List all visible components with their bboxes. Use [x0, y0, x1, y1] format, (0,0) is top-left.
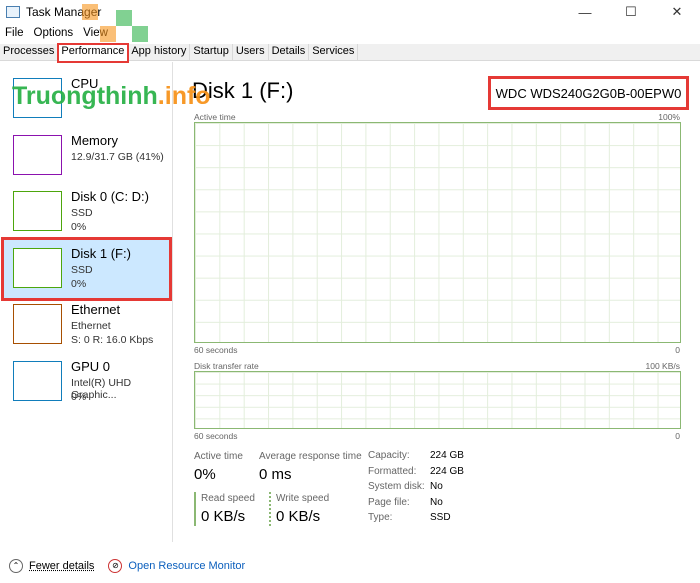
open-resource-monitor-link[interactable]: Open Resource Monitor [128, 560, 245, 572]
thumbnail-graph [13, 78, 62, 118]
footer: ⌃ Fewer details ⊘ Open Resource Monitor [0, 548, 700, 583]
info-label: Page file: [368, 496, 410, 508]
read-indicator [194, 492, 196, 526]
avg-response-value: 0 ms [259, 466, 292, 483]
active-time-graph [194, 122, 681, 343]
sidebar-item-sub1: Ethernet [71, 320, 111, 332]
graph2-label: Disk transfer rate [194, 361, 259, 371]
sidebar-item-sub1: 12.9/31.7 GB (41%) [71, 150, 164, 163]
info-value: 224 GB [430, 450, 464, 461]
info-label: Formatted: [368, 465, 417, 477]
active-time-value: 0% [194, 466, 216, 483]
active-time-label: Active time [194, 451, 243, 462]
graph2-max: 100 KB/s [645, 361, 681, 371]
tab-startup[interactable]: Startup [190, 44, 233, 61]
sidebar-item-sub1: SSD [71, 207, 93, 219]
page-title: Disk 1 (F:) [192, 78, 294, 103]
info-label: Type: [368, 512, 393, 523]
sidebar-item-label: Disk 1 (F:) [71, 245, 131, 261]
write-speed-label: Write speed [276, 493, 330, 504]
info-value: SSD [430, 512, 451, 523]
sidebar-item-label: Disk 0 (C: D:) [71, 189, 149, 204]
thumbnail-graph [13, 304, 62, 344]
thumbnail-graph [13, 134, 62, 175]
sidebar-item-sub2: S: 0 R: 16.0 Kbps [71, 334, 154, 346]
sidebar-item-memory[interactable]: Memory 12.9/31.7 GB (41%) [4, 127, 169, 185]
graph1-max: 100% [658, 112, 680, 122]
avg-response-label: Average response time [259, 451, 362, 462]
disk-model: WDC WDS240G2G0B-00EPW0 [488, 76, 689, 110]
info-value: No [430, 496, 443, 508]
minimize-button[interactable]: — [562, 0, 608, 24]
chevron-up-icon[interactable]: ⌃ [9, 558, 23, 573]
graph2-time: 60 seconds [194, 431, 238, 441]
sidebar-item-sub2: 0% [71, 277, 87, 290]
tab-bar: Processes Performance App history Startu… [0, 43, 700, 63]
graph2-min: 0 [675, 431, 680, 441]
transfer-rate-graph [194, 371, 681, 429]
info-value: No [430, 481, 443, 492]
graph1-time: 60 seconds [194, 345, 238, 355]
menu-options[interactable]: Options [29, 25, 79, 41]
sidebar: CPU Memory 12.9/31.7 GB (41%) Disk 0 (C:… [0, 62, 173, 542]
sidebar-item-label: Memory [71, 132, 118, 148]
menu-bar: File Options View [0, 25, 113, 41]
sidebar-item-sub2: 0% [71, 390, 87, 403]
read-speed-value: 0 KB/s [201, 508, 246, 525]
sidebar-item-label: CPU [71, 76, 99, 91]
tab-users[interactable]: Users [233, 44, 269, 61]
tab-app-history[interactable]: App history [128, 44, 191, 61]
read-speed-label: Read speed [201, 493, 255, 504]
task-manager-icon [6, 6, 20, 18]
tab-processes[interactable]: Processes [0, 44, 59, 61]
info-label: System disk: [368, 481, 425, 492]
fewer-details-link[interactable]: Fewer details [29, 560, 94, 572]
close-button[interactable]: ✕ [654, 0, 700, 24]
tab-details[interactable]: Details [269, 44, 310, 61]
sidebar-item-sub2: 0% [71, 221, 87, 233]
sidebar-item-disk-0-c-d[interactable]: Disk 0 (C: D:) SSD 0% [4, 183, 169, 241]
sidebar-item-gpu-0[interactable]: GPU 0 Intel(R) UHD Graphic... 0% [4, 353, 169, 411]
write-speed-value: 0 KB/s [276, 508, 321, 525]
sidebar-item-label: GPU 0 [71, 358, 111, 374]
graph1-min: 0 [675, 345, 680, 355]
title-bar: Task Manager — ☐ ✕ [0, 0, 700, 24]
thumbnail-graph [13, 247, 62, 288]
graph1-label: Active time [194, 112, 236, 122]
sidebar-item-cpu[interactable]: CPU [4, 70, 169, 128]
resource-monitor-icon: ⊘ [108, 558, 123, 573]
thumbnail-graph [13, 191, 62, 231]
tab-performance[interactable]: Performance [57, 43, 130, 63]
main-panel: Disk 1 (F:) WDC WDS240G2G0B-00EPW0 Activ… [174, 62, 700, 542]
menu-file[interactable]: File [0, 25, 29, 41]
sidebar-item-ethernet[interactable]: Ethernet Ethernet S: 0 R: 16.0 Kbps [4, 296, 169, 354]
write-indicator [269, 492, 271, 526]
thumbnail-graph [13, 360, 62, 401]
info-value: 224 GB [430, 465, 464, 477]
info-label: Capacity: [368, 450, 410, 461]
sidebar-item-label: Ethernet [71, 302, 121, 317]
maximize-button[interactable]: ☐ [608, 0, 654, 24]
sidebar-item-sub1: SSD [71, 263, 93, 276]
sidebar-item-disk-1-f[interactable]: Disk 1 (F:) SSD 0% [1, 236, 172, 301]
tab-services[interactable]: Services [309, 44, 359, 61]
